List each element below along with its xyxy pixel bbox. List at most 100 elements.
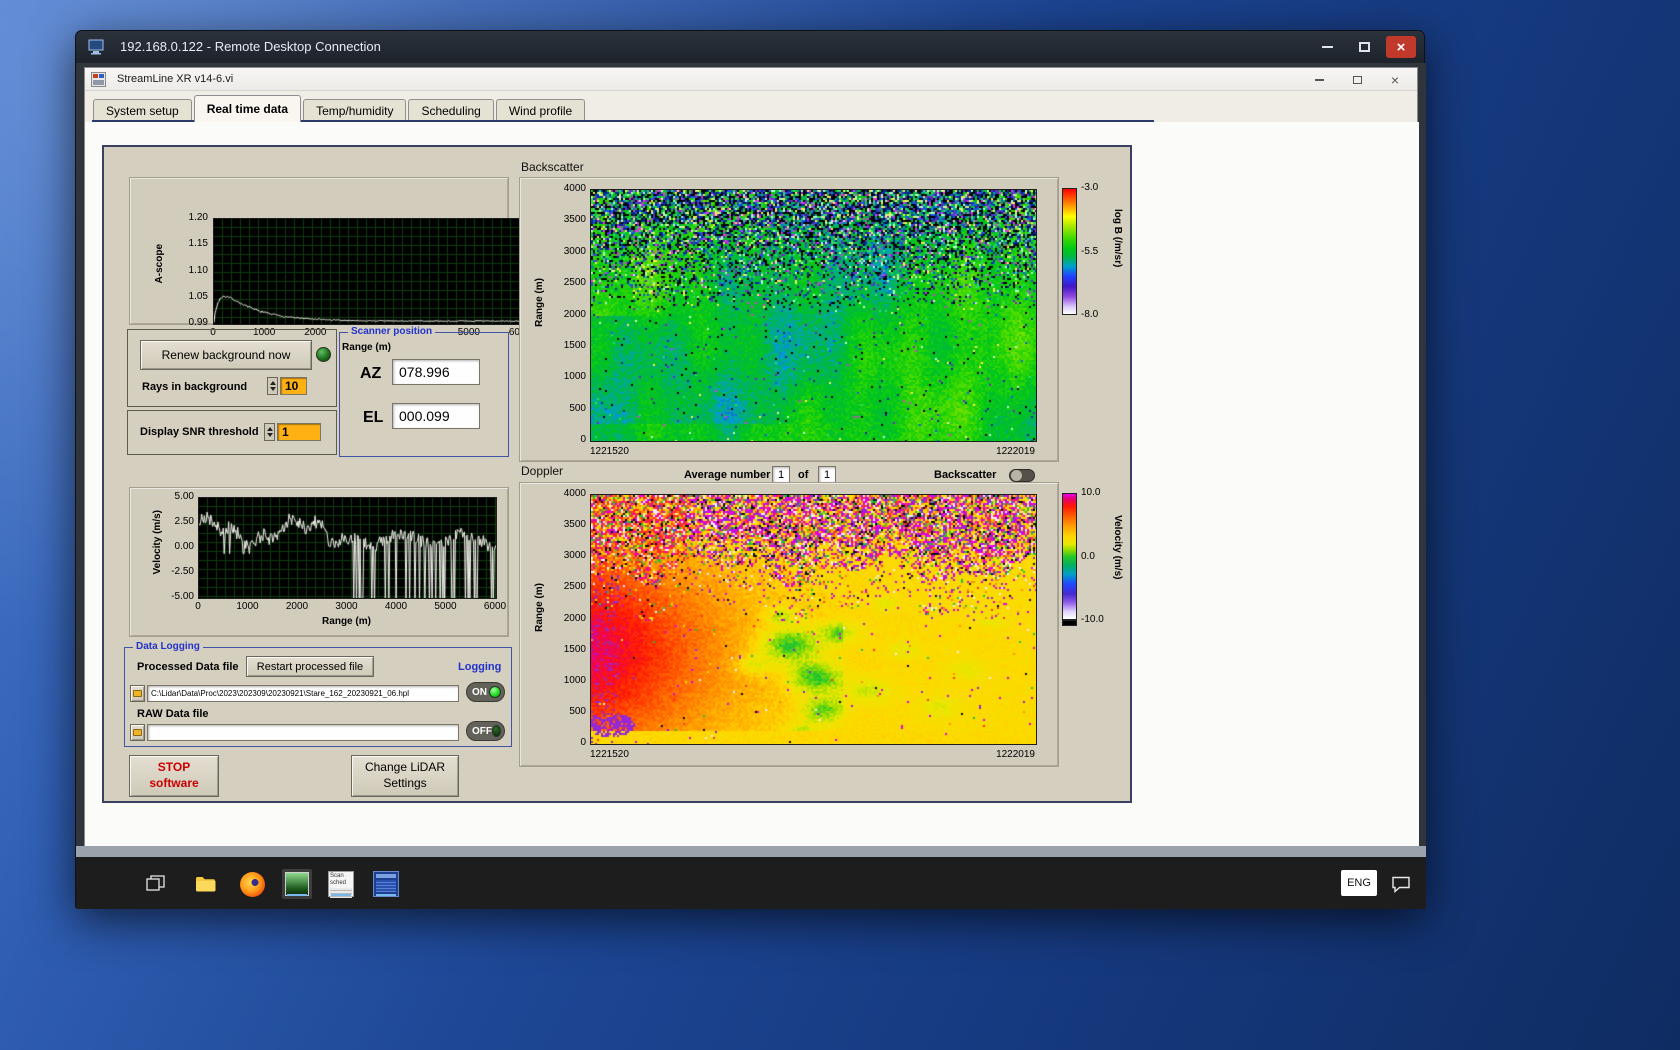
raw-data-file-label: RAW Data file: [137, 708, 209, 720]
az-label: AZ: [360, 365, 382, 382]
change-lidar-settings-button[interactable]: Change LiDAR Settings: [351, 755, 459, 797]
streamline-app-button[interactable]: [282, 869, 312, 899]
doppler-colorbar-undercolor: [1062, 620, 1077, 626]
tick-label: 0.99: [188, 317, 208, 328]
task-view-button[interactable]: [141, 869, 171, 899]
tab-system-setup[interactable]: System setup: [93, 99, 192, 122]
tick-label: 3000: [563, 550, 586, 562]
snr-threshold-field[interactable]: 1: [277, 423, 321, 441]
tick-label: -8.0: [1081, 309, 1099, 320]
renew-background-led: [316, 347, 331, 362]
x-end-label: 1222019: [996, 749, 1035, 760]
taskbar: Scan sched ENG: [76, 857, 1426, 909]
rays-in-background-field[interactable]: 10: [280, 377, 307, 395]
average-number-field[interactable]: 1: [772, 466, 790, 483]
backscatter-y-ticks: 4000 3500 3000 2500 2000 1500 1000 500 0: [550, 184, 586, 445]
blue-window-button[interactable]: [371, 869, 401, 899]
processed-path-field[interactable]: C:\Lidar\Data\Proc\2023\202309\20230921\…: [147, 685, 459, 702]
scanner-position-box: Scanner position AZ 078.996 EL 000.099: [339, 326, 509, 457]
tick-label: 3500: [563, 519, 586, 531]
tick-label: 2500: [563, 581, 586, 593]
tick-label: 500: [569, 402, 586, 414]
tick-label: 1.05: [188, 290, 208, 302]
scan-scheduler-button[interactable]: Scan sched: [326, 869, 356, 899]
rdp-title: 192.168.0.122 - Remote Desktop Connectio…: [120, 39, 381, 54]
restart-processed-file-button[interactable]: Restart processed file: [246, 656, 374, 677]
language-indicator[interactable]: ENG: [1341, 870, 1377, 896]
rdp-minimize-button[interactable]: [1312, 36, 1342, 58]
app-title: StreamLine XR v14-6.vi: [117, 73, 234, 85]
snr-threshold-box: Display SNR threshold 1: [127, 410, 337, 455]
tick-label: 2.50: [174, 516, 194, 527]
notifications-button[interactable]: [1386, 869, 1416, 899]
off-label: OFF: [472, 725, 492, 737]
folder-icon: [196, 877, 216, 892]
maximize-icon: [1358, 42, 1370, 52]
x-start-label: 1221520: [590, 446, 629, 457]
rdp-close-button[interactable]: ×: [1386, 36, 1416, 58]
app-close-button[interactable]: ×: [1377, 70, 1413, 90]
of-label: of: [798, 469, 809, 481]
tick-label: 500: [569, 705, 586, 717]
tick-label: -2.50: [171, 566, 194, 577]
tick-label: 4000: [563, 488, 586, 499]
rdp-titlebar[interactable]: 192.168.0.122 - Remote Desktop Connectio…: [76, 31, 1424, 63]
tick-label: 1.10: [188, 264, 208, 276]
renew-background-button[interactable]: Renew background now: [140, 340, 312, 370]
backscatter-colorbar-label: log B (/m/sr): [1112, 209, 1123, 268]
backscatter-x-ticks: 1221520 1222019: [590, 446, 1035, 457]
data-logging-title: Data Logging: [133, 641, 203, 653]
backscatter-colorbar: [1062, 188, 1077, 315]
tab-scheduling[interactable]: Scheduling: [408, 99, 494, 122]
tick-label: 1000: [563, 674, 586, 686]
rdp-maximize-button[interactable]: [1349, 36, 1379, 58]
snr-threshold-label: Display SNR threshold: [140, 426, 259, 438]
backscatter-title: Backscatter: [521, 160, 584, 174]
minimize-icon: [1314, 79, 1324, 81]
raw-path-field[interactable]: [147, 724, 459, 741]
el-field[interactable]: 000.099: [392, 403, 480, 429]
snr-spinner[interactable]: [264, 423, 275, 441]
tick-label: 2000: [563, 308, 586, 320]
tick-label: 10.0: [1081, 487, 1101, 498]
remote-desktop-strip: [76, 846, 1426, 857]
processed-path-browse-button[interactable]: [130, 685, 145, 702]
app-maximize-button[interactable]: [1339, 70, 1375, 90]
tab-real-time-data[interactable]: Real time data: [193, 95, 302, 122]
background-controls-box: Renew background now Rays in background …: [127, 329, 337, 407]
tick-label: 0: [195, 601, 201, 612]
task-view-icon: [146, 875, 165, 891]
tick-label: 6000: [483, 601, 507, 612]
file-explorer-button[interactable]: [191, 869, 221, 899]
backscatter-graph: Range (m) 4000 3500 3000 2500 2000 1500 1000 50…: [519, 177, 1059, 462]
raw-logging-toggle[interactable]: OFF: [466, 721, 505, 741]
firefox-button[interactable]: [237, 869, 267, 899]
rays-spinner[interactable]: [267, 377, 278, 395]
doppler-graph: Range (m) 4000 3500 3000 2500 2000 1500 1000 50…: [519, 482, 1059, 767]
firefox-icon: [239, 871, 265, 897]
az-field[interactable]: 078.996: [392, 359, 480, 385]
processed-logging-toggle[interactable]: ON: [466, 682, 505, 702]
logging-on-led: [489, 686, 501, 698]
spin-down-icon: [266, 433, 273, 437]
remote-session-area: StreamLine XR v14-6.vi × System setup Re…: [76, 63, 1426, 909]
raw-path-browse-button[interactable]: [130, 724, 145, 741]
tab-wind-profile[interactable]: Wind profile: [495, 99, 586, 122]
tick-label: 4000: [563, 183, 586, 194]
stop-software-button[interactable]: STOP software: [129, 755, 219, 797]
tick-label: 5.00: [174, 491, 194, 502]
app-icon: [91, 72, 106, 87]
tab-temp-humidity[interactable]: Temp/humidity: [303, 99, 407, 122]
ascope-y-ticks: 1.20 1.15 1.10 1.05 0.99: [176, 213, 208, 328]
ascope-graph: A-scope 1.201.151.101.050.99 01000200030…: [129, 177, 531, 353]
doppler-colorbar-ticks: 10.0 0.0 -10.0: [1081, 488, 1115, 625]
velocity-graph: Velocity (m/s) 5.00 2.50 0.00 -2.50 -5.00 01…: [129, 487, 509, 637]
app-titlebar[interactable]: StreamLine XR v14-6.vi ×: [85, 68, 1417, 91]
doppler-colorbar: [1062, 493, 1077, 620]
app-window: StreamLine XR v14-6.vi × System setup Re…: [84, 67, 1419, 846]
average-total-field[interactable]: 1: [818, 466, 836, 483]
tab-strip: System setup Real time data Temp/humidit…: [85, 91, 1417, 122]
backscatter-toggle-switch[interactable]: [1009, 469, 1035, 482]
icon-titlebar: [376, 874, 396, 878]
app-minimize-button[interactable]: [1301, 70, 1337, 90]
